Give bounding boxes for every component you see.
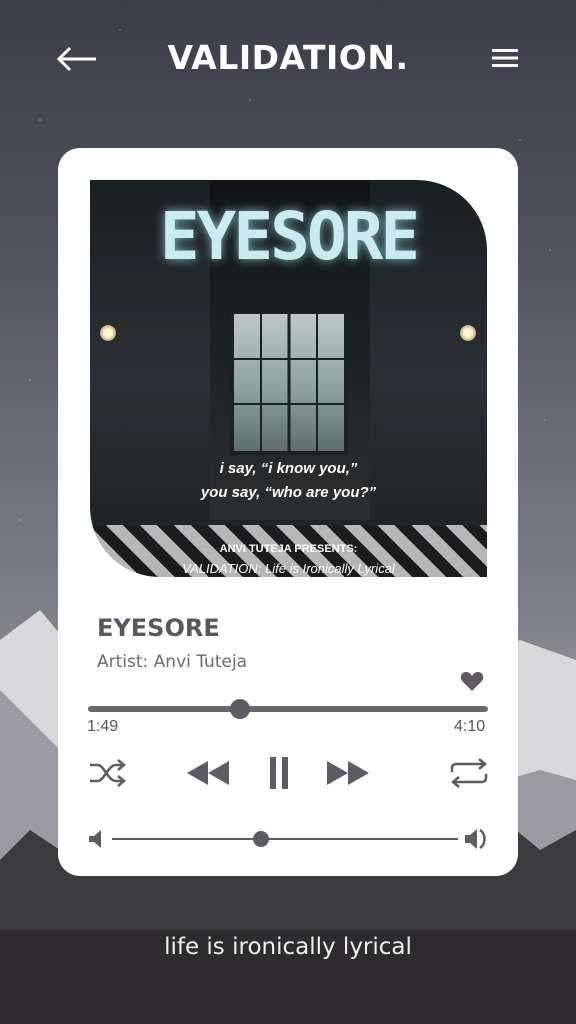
fast-forward-button[interactable] xyxy=(324,758,372,788)
song-artist: Artist: Anvi Tuteja xyxy=(97,652,248,672)
album-art-presents: ANVI TUTEJA PRESENTS: xyxy=(219,543,358,555)
album-art-quote-line1: i say, “i know you,” xyxy=(219,460,358,477)
hamburger-menu-icon xyxy=(492,49,518,67)
album-art-lamp-right xyxy=(460,325,476,341)
volume-high-icon xyxy=(465,828,486,850)
album-art-album-name: VALIDATION: Life is Ironically Lyrical xyxy=(182,561,395,576)
shuffle-icon xyxy=(90,759,126,787)
album-art-lamp-left xyxy=(100,325,116,341)
current-time: 1:49 xyxy=(87,718,119,735)
volume-slider[interactable] xyxy=(112,831,458,847)
album-art: EYESORE i say, “i know you,” you say, “w… xyxy=(90,180,487,577)
volume-low-button[interactable] xyxy=(86,828,108,850)
volume-low-icon xyxy=(89,830,101,848)
pause-button[interactable] xyxy=(266,754,292,792)
rewind-button[interactable] xyxy=(184,758,232,788)
progress-bar[interactable] xyxy=(88,699,488,719)
player-card: EYESORE i say, “i know you,” you say, “w… xyxy=(58,148,518,876)
tagline: life is ironically lyrical xyxy=(164,934,412,960)
total-time: 4:10 xyxy=(454,718,486,735)
repeat-icon xyxy=(450,758,488,788)
rewind-icon xyxy=(187,761,229,785)
volume-high-button[interactable] xyxy=(463,826,491,852)
favorite-button[interactable] xyxy=(460,670,484,692)
menu-button[interactable] xyxy=(488,44,522,72)
album-art-quote-line2: you say, “who are you?” xyxy=(200,484,377,501)
heart-icon xyxy=(460,672,484,691)
repeat-button[interactable] xyxy=(448,756,490,790)
shuffle-button[interactable] xyxy=(88,756,128,790)
volume-thumb[interactable] xyxy=(252,831,269,847)
album-art-window xyxy=(230,310,348,455)
progress-thumb[interactable] xyxy=(230,699,250,719)
app-header: VALIDATION. xyxy=(0,30,576,90)
fast-forward-icon xyxy=(327,761,369,785)
pause-icon xyxy=(270,757,288,789)
song-title: EYESORE xyxy=(97,614,220,642)
album-art-title: EYESORE xyxy=(159,198,420,275)
